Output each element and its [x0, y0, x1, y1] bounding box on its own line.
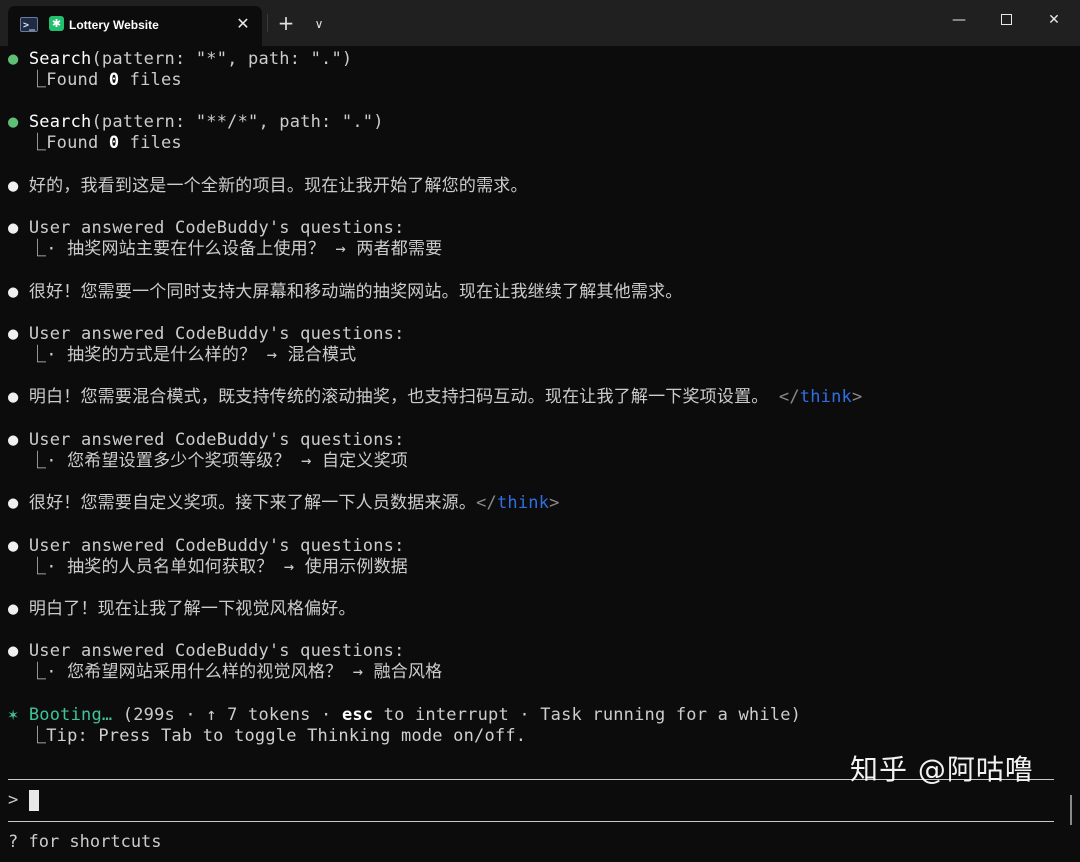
message-text: 很好！您需要自定义奖项。接下来了解一下人员数据来源。 — [28, 493, 477, 513]
qa-answer-5: ⎿· 您希望网站采用什么样的视觉风格？ → 融合风格 — [29, 662, 442, 683]
status-detail-after: to interrupt · Task running for a while) — [373, 705, 802, 725]
bullet-icon: ● — [8, 536, 19, 556]
qa-answer-3: ⎿· 您希望设置多少个奖项等级？ → 自定义奖项 — [29, 451, 408, 472]
tree-branch-icon: ⎿ — [29, 451, 47, 471]
assistant-message-2: ● 很好！您需要一个同时支持大屏幕和移动端的抽奖网站。现在让我继续了解其他需求。 — [8, 282, 682, 303]
think-tag-open: </ — [778, 387, 800, 407]
tip-text: Tip: Press Tab to toggle Thinking mode o… — [46, 726, 527, 746]
qa-answer-1: ⎿· 抽奖网站主要在什么设备上使用？ → 两者都需要 — [29, 239, 442, 260]
spinner-star-icon: ✶ — [8, 705, 19, 725]
shortcuts-hint: ? for shortcuts — [8, 832, 162, 852]
tool-call-search-2: ● Search(pattern: "**/*", path: ".") — [8, 112, 384, 133]
tree-branch-icon: ⎿ — [29, 726, 47, 746]
qa-header-text: User answered CodeBuddy's questions: — [28, 218, 405, 238]
tool-result-1: ⎿Found 0 files — [29, 70, 182, 91]
terminal-output[interactable]: ● Search(pattern: "*", path: ".") ⎿Found… — [0, 46, 1080, 862]
tool-name: Search — [28, 49, 92, 69]
qa-answer-text: · 抽奖的方式是什么样的？ → 混合模式 — [46, 345, 357, 365]
tool-args: (pattern: "*", path: ".") — [91, 49, 353, 69]
message-text: 很好！您需要一个同时支持大屏幕和移动端的抽奖网站。现在让我继续了解其他需求。 — [28, 282, 683, 302]
input-bottom-border — [8, 821, 1054, 822]
bullet-icon: ● — [8, 641, 19, 661]
close-window-button[interactable]: ✕ — [1031, 0, 1077, 40]
result-prefix: Found — [46, 133, 109, 153]
message-text: 明白！您需要混合模式，既支持传统的滚动抽奖，也支持扫码互动。现在让我了解一下奖项… — [28, 387, 769, 407]
bullet-icon: ● — [8, 493, 19, 513]
think-tag-close: > — [851, 387, 863, 407]
tip-line: ⎿Tip: Press Tab to toggle Thinking mode … — [29, 726, 526, 747]
qa-answer-2: ⎿· 抽奖的方式是什么样的？ → 混合模式 — [29, 345, 356, 366]
tool-args: (pattern: "**/*", path: ".") — [91, 112, 384, 132]
qa-header-2: ● User answered CodeBuddy's questions: — [8, 324, 405, 345]
status-dot-icon: ● — [8, 49, 19, 69]
app-icon: ✱ — [49, 16, 64, 31]
qa-header-text: User answered CodeBuddy's questions: — [28, 430, 405, 450]
bullet-icon: ● — [8, 282, 19, 302]
result-suffix: files — [119, 70, 182, 90]
title-bar: >_ ✱ Lottery Website ✕ + ∨ — ✕ — [0, 0, 1080, 46]
tree-branch-icon: ⎿ — [29, 345, 47, 365]
status-dot-icon: ● — [8, 112, 19, 132]
think-tag-close: > — [549, 493, 560, 513]
qa-header-4: ● User answered CodeBuddy's questions: — [8, 536, 405, 557]
qa-answer-text: · 您希望设置多少个奖项等级？ → 自定义奖项 — [46, 451, 408, 471]
qa-header-5: ● User answered CodeBuddy's questions: — [8, 641, 405, 662]
bullet-icon: ● — [8, 599, 19, 619]
status-line: ✶ Booting… (299s · ↑ 7 tokens · esc to i… — [8, 705, 801, 726]
qa-header-3: ● User answered CodeBuddy's questions: — [8, 430, 405, 451]
tab-lottery-website[interactable]: >_ ✱ Lottery Website ✕ — [8, 6, 262, 46]
qa-answer-text: · 抽奖的人员名单如何获取？ → 使用示例数据 — [46, 557, 408, 577]
qa-header-text: User answered CodeBuddy's questions: — [28, 641, 405, 661]
result-suffix: files — [119, 133, 182, 153]
input-cursor[interactable] — [29, 790, 39, 811]
result-prefix: Found — [46, 70, 109, 90]
chevron-down-icon[interactable]: ∨ — [308, 12, 330, 36]
tab-close-icon[interactable]: ✕ — [232, 13, 254, 35]
assistant-message-3: ● 明白！您需要混合模式，既支持传统的滚动抽奖，也支持扫码互动。现在让我了解一下… — [8, 387, 862, 408]
bullet-icon: ● — [8, 176, 19, 196]
watermark: 知乎 @阿咕噜 — [850, 753, 1034, 786]
bullet-icon: ● — [8, 218, 19, 238]
qa-header-1: ● User answered CodeBuddy's questions: — [8, 218, 405, 239]
tab-title: Lottery Website — [69, 18, 159, 32]
new-tab-button[interactable]: + — [274, 12, 298, 36]
result-count: 0 — [108, 70, 120, 90]
esc-key-label: esc — [341, 705, 374, 725]
powershell-icon: >_ — [20, 17, 38, 32]
bullet-icon: ● — [8, 324, 19, 344]
tree-branch-icon: ⎿ — [29, 557, 47, 577]
result-count: 0 — [108, 133, 120, 153]
status-label: Booting… — [28, 705, 113, 725]
input-prompt: > — [8, 790, 19, 810]
qa-answer-text: · 您希望网站采用什么样的视觉风格？ → 融合风格 — [46, 662, 443, 682]
tab-separator — [267, 14, 268, 32]
assistant-message-5: ● 明白了！现在让我了解一下视觉风格偏好。 — [8, 599, 356, 620]
qa-header-text: User answered CodeBuddy's questions: — [28, 536, 405, 556]
think-tag-word: think — [496, 493, 550, 513]
qa-header-text: User answered CodeBuddy's questions: — [28, 324, 405, 344]
tool-name: Search — [28, 112, 92, 132]
maximize-icon — [1000, 13, 1012, 25]
assistant-message-4: ● 很好！您需要自定义奖项。接下来了解一下人员数据来源。</think> — [8, 493, 560, 514]
minimize-button[interactable]: — — [936, 0, 982, 40]
message-text: 好的，我看到这是一个全新的项目。现在让我开始了解您的需求。 — [28, 176, 528, 196]
think-tag-word: think — [799, 387, 852, 407]
bullet-icon: ● — [8, 430, 19, 450]
think-tag-open: </ — [476, 493, 497, 513]
tree-branch-icon: ⎿ — [29, 70, 47, 90]
scrollbar[interactable] — [1070, 795, 1072, 825]
qa-answer-4: ⎿· 抽奖的人员名单如何获取？ → 使用示例数据 — [29, 557, 408, 578]
tree-branch-icon: ⎿ — [29, 133, 47, 153]
message-text: 明白了！现在让我了解一下视觉风格偏好。 — [28, 599, 356, 619]
tree-branch-icon: ⎿ — [29, 239, 47, 259]
assistant-message-1: ● 好的，我看到这是一个全新的项目。现在让我开始了解您的需求。 — [8, 176, 528, 197]
bullet-icon: ● — [8, 387, 19, 407]
maximize-button[interactable] — [983, 0, 1029, 40]
tool-call-search-1: ● Search(pattern: "*", path: ".") — [8, 49, 352, 70]
status-detail-before: (299s · ↑ 7 tokens · — [112, 705, 342, 725]
tree-branch-icon: ⎿ — [29, 662, 47, 682]
tool-result-2: ⎿Found 0 files — [29, 133, 182, 154]
qa-answer-text: · 抽奖网站主要在什么设备上使用？ → 两者都需要 — [46, 239, 443, 259]
